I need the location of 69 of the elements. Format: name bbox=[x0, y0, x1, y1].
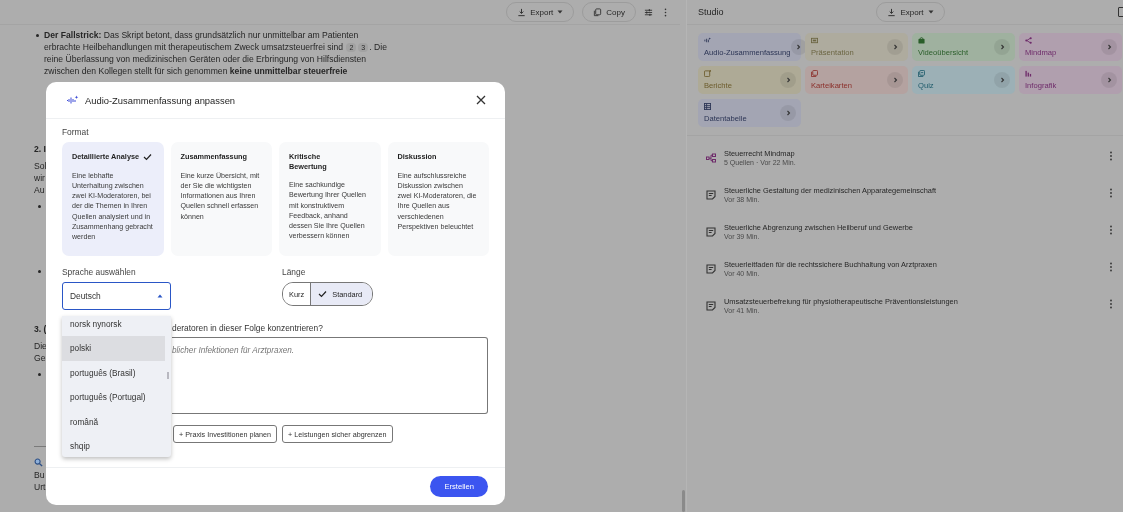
section-heading: 2. I bbox=[34, 144, 46, 154]
body-text: Urt bbox=[34, 482, 46, 492]
body-text: Die bbox=[34, 341, 47, 351]
report-icon bbox=[704, 70, 711, 77]
chevron-icon[interactable] bbox=[994, 39, 1010, 55]
more-icon[interactable] bbox=[1108, 151, 1114, 161]
more-icon[interactable] bbox=[1108, 299, 1114, 309]
sparkle-icon bbox=[66, 94, 79, 106]
caret-icon bbox=[927, 10, 934, 14]
section-label: Format bbox=[62, 127, 90, 137]
bar-chart-icon bbox=[1025, 70, 1032, 77]
note-icon bbox=[706, 190, 716, 200]
language-option[interactable]: polski bbox=[62, 336, 165, 361]
chevron-icon[interactable] bbox=[780, 105, 796, 121]
flashcards-icon bbox=[811, 70, 818, 77]
bullet-icon bbox=[38, 204, 41, 208]
dialog-title: Audio-Zusammenfassung anpassen bbox=[85, 94, 237, 106]
language-option[interactable]: română bbox=[62, 409, 165, 434]
chevron-icon[interactable] bbox=[994, 72, 1010, 88]
language-option[interactable]: norsk nynorsk bbox=[62, 316, 165, 336]
more-icon[interactable] bbox=[1108, 225, 1114, 235]
note-icon bbox=[706, 227, 716, 237]
note-icon bbox=[706, 264, 716, 274]
slides-icon bbox=[811, 37, 818, 44]
chevron-icon[interactable] bbox=[887, 39, 903, 55]
sparkle-icon bbox=[704, 37, 711, 44]
mindmap-icon bbox=[706, 153, 716, 163]
chevron-icon[interactable] bbox=[790, 39, 807, 55]
scrollbar[interactable] bbox=[167, 372, 169, 379]
bullet-icon bbox=[36, 34, 39, 37]
field-label: Sprache auswählen bbox=[62, 267, 137, 277]
chevron-icon[interactable] bbox=[1101, 72, 1117, 88]
mindmap-icon bbox=[1025, 37, 1032, 44]
more-icon[interactable] bbox=[1108, 188, 1114, 198]
quiz-icon bbox=[918, 70, 925, 77]
caret-icon bbox=[157, 294, 163, 298]
tune-icon[interactable] bbox=[644, 7, 653, 17]
section-heading: 3. ( bbox=[34, 324, 47, 334]
download-icon bbox=[887, 7, 897, 17]
note-icon bbox=[706, 301, 716, 311]
field-label: deratoren in dieser Folge konzentrieren? bbox=[172, 323, 324, 333]
language-select[interactable]: Deutsch bbox=[62, 282, 171, 310]
bullet-icon bbox=[38, 372, 41, 376]
language-option[interactable]: português (Portugal) bbox=[62, 385, 165, 410]
language-option[interactable]: shqip bbox=[62, 434, 165, 457]
search-icon bbox=[34, 457, 43, 467]
chevron-icon[interactable] bbox=[780, 72, 796, 88]
body-text: Au bbox=[34, 185, 45, 195]
table-icon bbox=[704, 103, 711, 110]
chevron-icon[interactable] bbox=[1101, 39, 1117, 55]
body-text: wir bbox=[34, 173, 45, 183]
caret-icon bbox=[557, 10, 564, 14]
scrollbar[interactable] bbox=[681, 490, 685, 512]
language-option[interactable]: português (Brasil) bbox=[62, 360, 165, 385]
video-icon bbox=[918, 37, 925, 44]
download-icon bbox=[517, 7, 527, 17]
body-text: Sol bbox=[34, 161, 47, 171]
copy-icon bbox=[593, 7, 603, 17]
body-text: Bu bbox=[34, 470, 45, 480]
body-text: Ge bbox=[34, 353, 46, 363]
check-icon bbox=[318, 290, 328, 298]
close-icon[interactable] bbox=[475, 94, 487, 106]
check-icon bbox=[143, 152, 153, 161]
focus-field[interactable]: blicher Infektionen für Arztpraxen. bbox=[172, 337, 488, 414]
field-label: Länge bbox=[282, 267, 307, 277]
chevron-icon[interactable] bbox=[887, 72, 903, 88]
panel-title: Studio bbox=[698, 7, 725, 17]
bullet-icon bbox=[38, 269, 41, 273]
more-icon[interactable] bbox=[1108, 262, 1114, 272]
